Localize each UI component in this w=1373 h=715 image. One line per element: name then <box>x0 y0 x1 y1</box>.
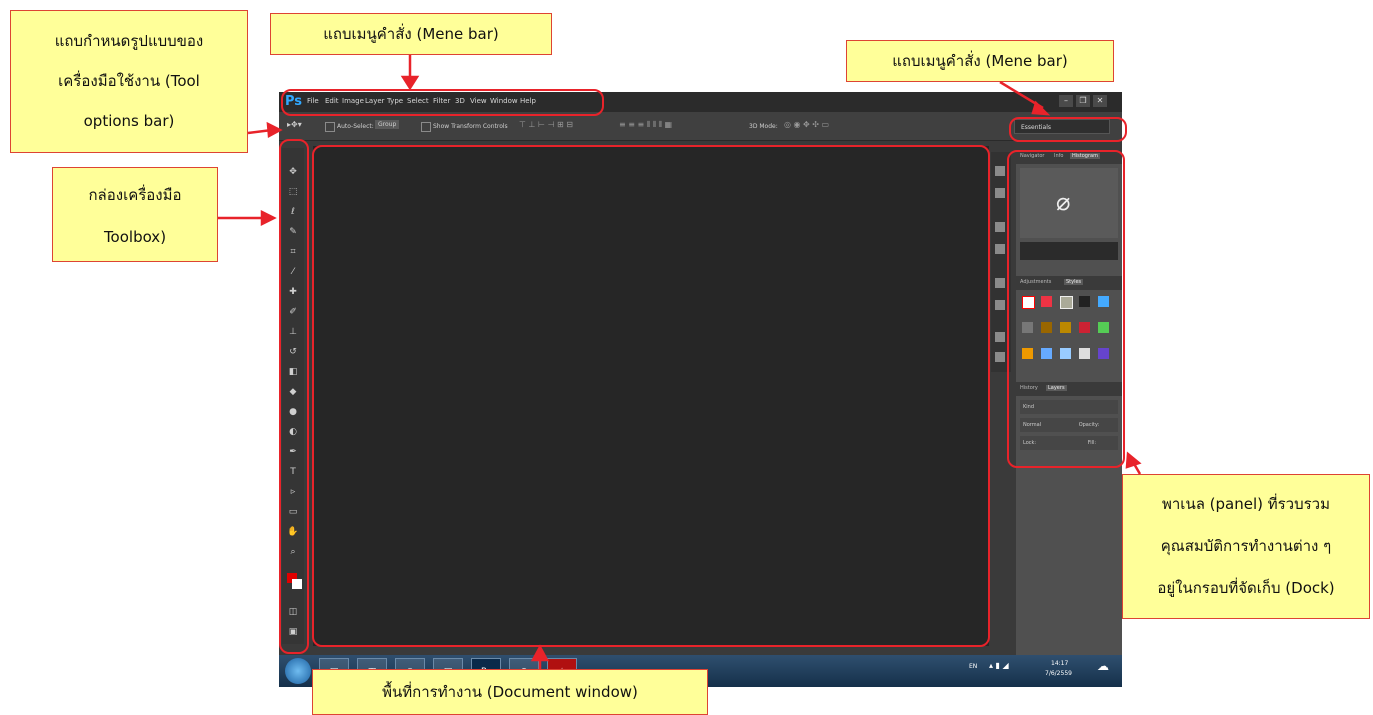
arrow-head-down <box>400 75 420 91</box>
arrow-head-right <box>266 121 283 139</box>
arrow-head-up <box>1125 451 1142 469</box>
arrow-head-up <box>530 644 550 662</box>
arrow-head-down <box>1031 100 1051 116</box>
arrow-head-right <box>260 209 277 227</box>
annotation-arrows <box>218 55 1142 669</box>
